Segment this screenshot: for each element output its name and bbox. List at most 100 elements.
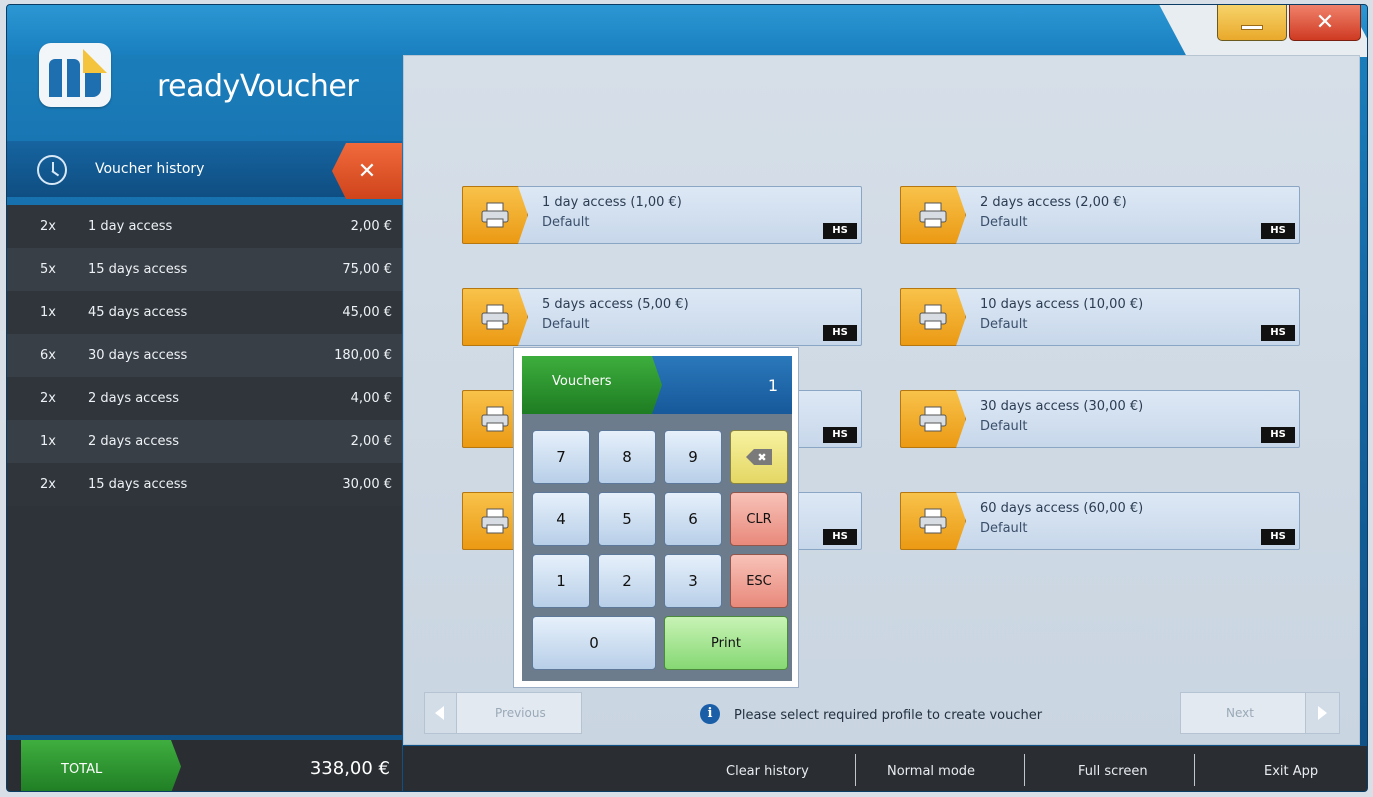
history-row[interactable]: 5x 15 days access 75,00 €	[7, 248, 402, 291]
history-name: 15 days access	[88, 262, 188, 277]
profile-subtitle: Default	[542, 317, 590, 332]
profile-button[interactable]: 2 days access (2,00 €) Default HS	[900, 186, 1300, 244]
printer-icon	[919, 406, 947, 432]
backspace-icon: ✖	[746, 449, 772, 465]
voucher-keypad: Vouchers 1 7 8 9 ✖ 4 5 6 CLR 1 2 3 ESC 0…	[513, 347, 799, 688]
full-screen-button[interactable]: Full screen	[1078, 764, 1148, 779]
backspace-button[interactable]: ✖	[730, 430, 788, 484]
hs-badge: HS	[1261, 427, 1295, 443]
printer-icon	[481, 406, 509, 432]
hs-badge: HS	[823, 325, 857, 341]
history-name: 1 day access	[88, 219, 173, 234]
next-label: Next	[1226, 706, 1254, 720]
window-close-button[interactable]: ✕	[1289, 5, 1361, 41]
history-row[interactable]: 1x 2 days access 2,00 €	[7, 420, 402, 463]
total-bar: TOTAL 338,00 €	[7, 740, 402, 791]
printer-icon	[919, 304, 947, 330]
history-row[interactable]: 2x 2 days access 4,00 €	[7, 377, 402, 420]
key-6[interactable]: 6	[664, 492, 722, 546]
history-qty: 2x	[40, 391, 56, 406]
history-qty: 6x	[40, 348, 56, 363]
info-icon: i	[700, 704, 720, 724]
history-qty: 2x	[40, 477, 56, 492]
history-qty: 5x	[40, 262, 56, 277]
printer-icon	[481, 202, 509, 228]
app-name: readyVoucher	[157, 69, 359, 104]
history-price: 2,00 €	[350, 219, 392, 234]
key-1[interactable]: 1	[532, 554, 590, 608]
history-row[interactable]: 2x 15 days access 30,00 €	[7, 463, 402, 506]
history-list: 2x 1 day access 2,00 € 5x 15 days access…	[7, 205, 402, 735]
hs-badge: HS	[823, 427, 857, 443]
chevron-left-icon	[425, 693, 457, 733]
history-price: 2,00 €	[350, 434, 392, 449]
sidebar: readyVoucher Voucher history ✕ 2x 1 day …	[7, 5, 402, 791]
profile-button[interactable]: 30 days access (30,00 €) Default HS	[900, 390, 1300, 448]
history-price: 180,00 €	[334, 348, 392, 363]
clear-key[interactable]: CLR	[730, 492, 788, 546]
vouchers-label: Vouchers	[552, 374, 612, 389]
key-8[interactable]: 8	[598, 430, 656, 484]
chevron-right-icon	[1305, 693, 1339, 733]
history-price: 30,00 €	[342, 477, 392, 492]
profile-title: 1 day access (1,00 €)	[542, 195, 682, 210]
keypad-header: Vouchers 1	[522, 356, 792, 414]
close-history-button[interactable]: ✕	[332, 143, 402, 199]
profile-subtitle: Default	[980, 215, 1028, 230]
hs-badge: HS	[823, 529, 857, 545]
print-tab	[900, 492, 966, 550]
key-7[interactable]: 7	[532, 430, 590, 484]
history-row[interactable]: 6x 30 days access 180,00 €	[7, 334, 402, 377]
profile-button[interactable]: 10 days access (10,00 €) Default HS	[900, 288, 1300, 346]
history-price: 75,00 €	[342, 262, 392, 277]
hs-badge: HS	[823, 223, 857, 239]
key-0[interactable]: 0	[532, 616, 656, 670]
history-row[interactable]: 1x 45 days access 45,00 €	[7, 291, 402, 334]
info-message: Please select required profile to create…	[734, 708, 1043, 723]
hs-badge: HS	[1261, 529, 1295, 545]
print-tab	[900, 186, 966, 244]
app-logo-icon	[39, 43, 111, 107]
history-price: 4,00 €	[350, 391, 392, 406]
clock-icon	[37, 155, 67, 185]
print-button[interactable]: Print	[664, 616, 788, 670]
key-3[interactable]: 3	[664, 554, 722, 608]
profile-title: 2 days access (2,00 €)	[980, 195, 1127, 210]
separator	[1194, 754, 1195, 786]
history-price: 45,00 €	[342, 305, 392, 320]
history-name: 15 days access	[88, 477, 188, 492]
key-5[interactable]: 5	[598, 492, 656, 546]
profile-title: 30 days access (30,00 €)	[980, 399, 1144, 414]
key-4[interactable]: 4	[532, 492, 590, 546]
profile-title: 60 days access (60,00 €)	[980, 501, 1144, 516]
history-qty: 1x	[40, 434, 56, 449]
history-row[interactable]: 2x 1 day access 2,00 €	[7, 205, 402, 248]
printer-icon	[919, 202, 947, 228]
key-2[interactable]: 2	[598, 554, 656, 608]
printer-icon	[919, 508, 947, 534]
profile-title: 10 days access (10,00 €)	[980, 297, 1144, 312]
escape-key[interactable]: ESC	[730, 554, 788, 608]
profile-button[interactable]: 5 days access (5,00 €) Default HS	[462, 288, 862, 346]
history-name: 2 days access	[88, 434, 180, 449]
print-tab	[900, 288, 966, 346]
history-qty: 2x	[40, 219, 56, 234]
minimize-icon	[1241, 25, 1263, 30]
separator	[855, 754, 856, 786]
exit-app-button[interactable]: Exit App	[1264, 764, 1318, 779]
clear-history-button[interactable]: Clear history	[726, 764, 809, 779]
bottom-bar: Clear history Normal mode Full screen Ex…	[403, 746, 1367, 791]
history-name: 2 days access	[88, 391, 180, 406]
key-9[interactable]: 9	[664, 430, 722, 484]
profile-button[interactable]: 1 day access (1,00 €) Default HS	[462, 186, 862, 244]
history-qty: 1x	[40, 305, 56, 320]
minimize-button[interactable]	[1217, 5, 1287, 41]
profile-button[interactable]: 60 days access (60,00 €) Default HS	[900, 492, 1300, 550]
previous-button[interactable]: Previous	[424, 692, 582, 734]
previous-label: Previous	[495, 706, 546, 720]
close-icon: ✕	[1315, 10, 1335, 35]
normal-mode-button[interactable]: Normal mode	[887, 764, 975, 779]
next-button[interactable]: Next	[1180, 692, 1340, 734]
logo-area: readyVoucher	[7, 5, 402, 141]
voucher-count: 1	[767, 376, 778, 395]
